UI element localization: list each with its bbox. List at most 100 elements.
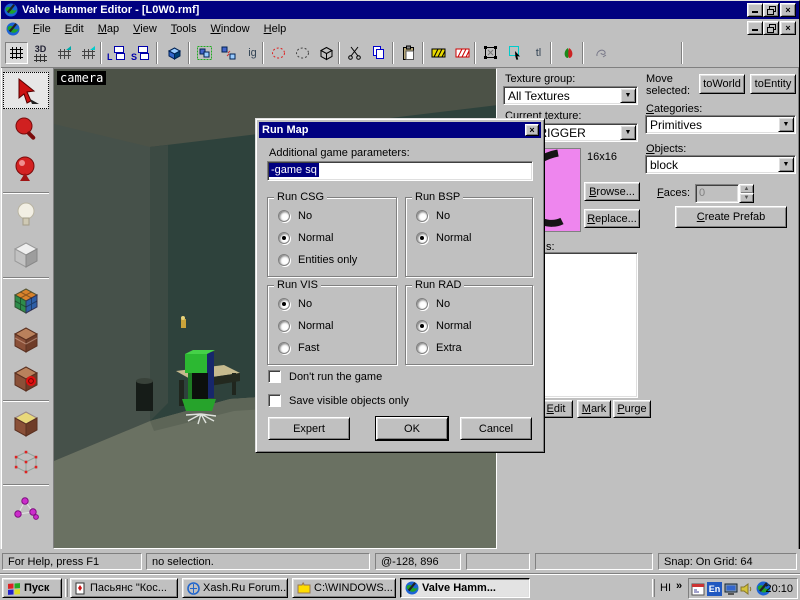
bsp-no-radio[interactable] <box>416 210 428 222</box>
selection-arrow-icon <box>10 76 42 106</box>
copy-button[interactable] <box>367 42 390 64</box>
mdi-close-button[interactable]: × <box>780 21 796 35</box>
load-window-state-button[interactable]: L <box>105 42 128 64</box>
task-hammer[interactable]: Valve Hamm... <box>400 578 530 598</box>
menu-file[interactable]: File <box>26 21 58 37</box>
hide-unselected-button[interactable] <box>291 42 314 64</box>
chevron-down-icon[interactable]: ▼ <box>778 117 794 132</box>
replace-button[interactable]: Replace... <box>584 209 640 228</box>
menu-edit[interactable]: Edit <box>58 21 91 37</box>
vertex-tool-button[interactable] <box>3 443 49 480</box>
band-chevron-icon[interactable]: » <box>676 580 682 592</box>
run-vis-legend: Run VIS <box>274 279 321 291</box>
create-prefab-button[interactable]: Create Prefab <box>675 206 787 228</box>
group-button[interactable] <box>193 42 216 64</box>
ignore-groups-button[interactable]: ig <box>241 42 264 64</box>
edit-cordon-button[interactable] <box>451 42 474 64</box>
objects-combo[interactable]: block ▼ <box>645 155 796 174</box>
camera-tool-button[interactable] <box>3 150 49 187</box>
mdi-minimize-button[interactable] <box>747 21 763 35</box>
task-solitaire[interactable]: Пасьянс "Кос... <box>70 578 178 598</box>
save-visible-checkbox[interactable] <box>268 394 281 407</box>
ok-button[interactable]: OK <box>376 417 448 440</box>
volume-icon[interactable] <box>740 582 754 596</box>
select-toggle-button[interactable] <box>479 42 502 64</box>
selection-tool-button[interactable] <box>3 72 49 109</box>
rad-extra-radio[interactable] <box>416 342 428 354</box>
tray-clock[interactable]: 20:10 <box>765 583 793 595</box>
menu-window[interactable]: Window <box>203 21 256 37</box>
restore-button[interactable] <box>763 3 779 17</box>
to-entity-button[interactable]: toEntity <box>750 74 796 94</box>
start-button[interactable]: Пуск <box>2 578 62 598</box>
vis-normal-radio[interactable] <box>278 320 290 332</box>
ungroup-button[interactable] <box>217 42 240 64</box>
menu-tools[interactable]: Tools <box>164 21 204 37</box>
task-explorer[interactable]: C:\WINDOWS... <box>292 578 396 598</box>
expert-button[interactable]: Expert <box>268 417 350 440</box>
grid-icon <box>8 45 25 61</box>
move-selected-label: Move selected: <box>646 73 698 97</box>
carve-button[interactable] <box>163 42 186 64</box>
smaller-grid-button[interactable] <box>53 42 76 64</box>
vis-no-radio[interactable] <box>278 298 290 310</box>
visgroup-mark-button[interactable]: Mark <box>577 400 611 418</box>
path-tool-button[interactable] <box>3 488 49 525</box>
menu-map[interactable]: Map <box>91 21 126 37</box>
toolbar-separator <box>422 42 424 64</box>
toggle-grid-button[interactable] <box>5 42 28 64</box>
larger-grid-button[interactable] <box>77 42 100 64</box>
hide-selected-button[interactable] <box>267 42 290 64</box>
magnify-selection-button[interactable] <box>503 42 526 64</box>
params-input[interactable]: -game sq <box>267 161 533 181</box>
chevron-down-icon[interactable]: ▼ <box>620 125 636 140</box>
csg-normal-radio[interactable] <box>278 232 290 244</box>
faces-spin-down-button[interactable]: ▼ <box>739 193 754 203</box>
texture-lock-icon: tl <box>536 47 542 59</box>
paste-button[interactable] <box>397 42 420 64</box>
to-world-button[interactable]: toWorld <box>699 74 745 94</box>
browse-button[interactable]: Browse... <box>584 182 640 201</box>
keyboard-layout-indicator[interactable]: En <box>707 582 722 596</box>
chevron-down-icon[interactable]: ▼ <box>778 157 794 172</box>
bsp-normal-radio[interactable] <box>416 232 428 244</box>
rad-normal-radio[interactable] <box>416 320 428 332</box>
menu-help[interactable]: Help <box>257 21 294 37</box>
dont-run-game-checkbox[interactable] <box>268 370 281 383</box>
texture-application-tool-button[interactable] <box>3 281 49 318</box>
camera-icon <box>10 154 42 184</box>
categories-combo[interactable]: Primitives ▼ <box>645 115 796 134</box>
csg-no-radio[interactable] <box>278 210 290 222</box>
apply-texture-tool-button[interactable] <box>3 320 49 357</box>
cordon-state-button[interactable] <box>427 42 450 64</box>
ok-button-label: OK <box>404 423 420 435</box>
vis-fast-radio[interactable] <box>278 342 290 354</box>
close-button[interactable]: × <box>780 3 796 17</box>
purge-button-label: Purge <box>617 403 646 415</box>
clipping-tool-button[interactable] <box>3 404 49 441</box>
cut-button[interactable] <box>343 42 366 64</box>
apply-decals-tool-button[interactable] <box>3 359 49 396</box>
entity-tool-button[interactable] <box>3 196 49 233</box>
menu-bar: File Edit Map View Tools Window Help <box>1 19 799 38</box>
task-browser[interactable]: Xash.Ru Forum... <box>182 578 288 598</box>
visgroup-purge-button[interactable]: Purge <box>613 400 651 418</box>
block-tool-button[interactable] <box>3 235 49 272</box>
run-commands-button[interactable] <box>589 42 612 64</box>
minimize-button[interactable] <box>747 3 763 17</box>
show-all-button[interactable] <box>315 42 338 64</box>
faces-input[interactable]: 0 <box>695 184 739 203</box>
csg-entities-radio[interactable] <box>278 254 290 266</box>
magnify-tool-button[interactable] <box>3 111 49 148</box>
chevron-down-icon[interactable]: ▼ <box>620 88 636 103</box>
texture-lock-button[interactable]: tl <box>527 42 550 64</box>
rad-no-radio[interactable] <box>416 298 428 310</box>
texture-group-combo[interactable]: All Textures ▼ <box>503 86 638 105</box>
mdi-restore-button[interactable] <box>763 21 779 35</box>
toggle-3d-grid-button[interactable]: 3D <box>29 42 52 64</box>
menu-view[interactable]: View <box>126 21 164 37</box>
cancel-button[interactable]: Cancel <box>460 417 532 440</box>
leak-display-button[interactable] <box>557 42 580 64</box>
save-window-state-button[interactable]: S <box>129 42 152 64</box>
dialog-close-button[interactable]: × <box>525 124 539 136</box>
